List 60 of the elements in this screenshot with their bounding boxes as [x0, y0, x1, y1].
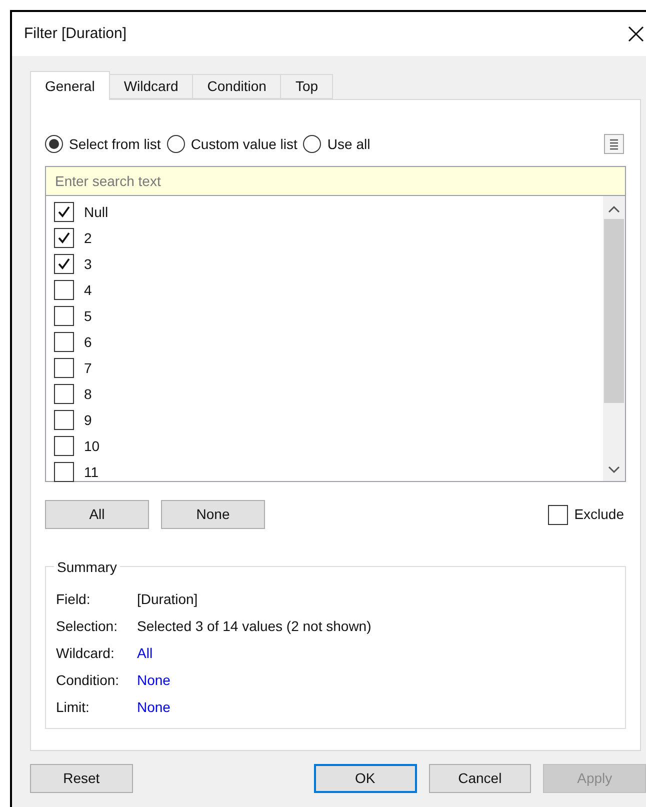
- tab[interactable]: Wildcard: [108, 74, 194, 99]
- checkbox[interactable]: [54, 358, 74, 378]
- checkbox[interactable]: [54, 280, 74, 300]
- radio-label[interactable]: Select from list: [69, 134, 161, 154]
- radio-label[interactable]: Custom value list: [190, 134, 298, 154]
- value-label: 8: [84, 384, 92, 404]
- value-label: 3: [84, 254, 92, 274]
- value-label: 2: [84, 228, 92, 248]
- summary-value: [Duration]: [137, 590, 198, 609]
- checkbox[interactable]: [54, 410, 74, 430]
- checkbox[interactable]: [54, 228, 74, 248]
- radio-label[interactable]: Use all: [327, 134, 370, 154]
- checkbox-label[interactable]: Exclude: [574, 504, 624, 525]
- menu-icon[interactable]: [604, 134, 624, 154]
- summary-link[interactable]: None: [137, 670, 170, 690]
- checkbox[interactable]: [54, 306, 74, 326]
- value-label: 10: [84, 436, 100, 456]
- summary-label: Field:: [56, 590, 92, 608]
- summary-label: Condition:: [56, 670, 120, 690]
- checkmark-icon: [57, 257, 71, 271]
- radio-button[interactable]: [45, 135, 63, 153]
- dialog-button[interactable]: Cancel: [428, 764, 532, 793]
- value-label: 9: [84, 410, 92, 430]
- tab[interactable]: Condition: [192, 74, 282, 99]
- window-title: Filter [Duration]: [24, 24, 127, 44]
- value-label: 5: [84, 306, 92, 326]
- value-label: Null: [84, 202, 108, 222]
- value-label: 7: [84, 358, 92, 378]
- scrollbar[interactable]: [603, 196, 625, 481]
- dialog-button[interactable]: OK: [314, 764, 417, 793]
- tab[interactable]: General: [30, 71, 110, 100]
- summary-label: Selection:: [56, 616, 118, 636]
- checkbox[interactable]: [54, 436, 74, 456]
- checkbox[interactable]: [54, 384, 74, 404]
- scroll-up-icon[interactable]: [608, 205, 620, 213]
- radio-button[interactable]: [166, 135, 185, 153]
- summary-link[interactable]: None: [137, 696, 170, 718]
- list-button[interactable]: All: [45, 500, 149, 529]
- summary-label: Limit:: [56, 698, 90, 716]
- checkmark-icon: [57, 231, 71, 245]
- checkbox[interactable]: [54, 332, 74, 352]
- list-button[interactable]: None: [161, 500, 265, 529]
- checkbox[interactable]: [54, 254, 74, 274]
- checkbox[interactable]: [548, 504, 568, 524]
- search-field[interactable]: Enter search text: [45, 166, 626, 196]
- value-label: 4: [84, 280, 92, 300]
- checkbox[interactable]: [54, 202, 74, 222]
- summary-link[interactable]: All: [137, 642, 153, 664]
- summary-label: Wildcard:: [56, 644, 116, 662]
- summary-value: Selected 3 of 14 values (2 not shown): [137, 616, 372, 636]
- close-icon[interactable]: [628, 26, 644, 42]
- checkmark-icon: [57, 205, 71, 219]
- value-label: 6: [84, 332, 92, 352]
- checkbox[interactable]: [54, 462, 74, 482]
- value-label: 11: [84, 462, 99, 482]
- tab[interactable]: Top: [280, 74, 334, 99]
- dialog-button[interactable]: Reset: [30, 764, 133, 793]
- radio-button[interactable]: [303, 135, 322, 153]
- scroll-down-icon[interactable]: [608, 466, 620, 474]
- scroll-thumb[interactable]: [604, 219, 624, 403]
